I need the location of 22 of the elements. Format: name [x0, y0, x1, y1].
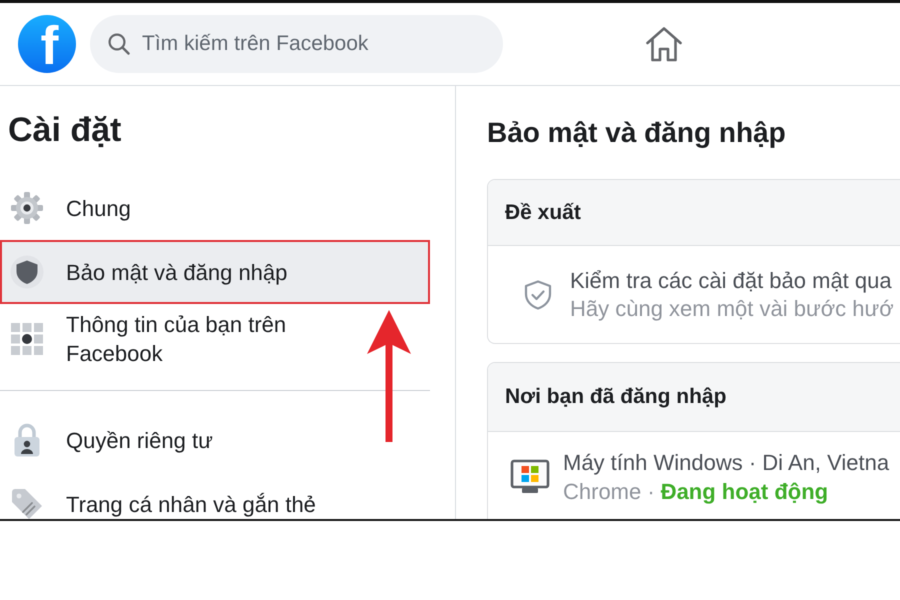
session-status: Đang hoạt động — [660, 478, 828, 506]
sidebar-item[interactable]: Thông tin của bạn trên Facebook — [0, 304, 430, 374]
sidebar-item[interactable]: Bảo mật và đăng nhập — [0, 240, 430, 304]
device-name: Máy tính Windows · Di An, Vietna — [563, 449, 890, 477]
monitor-icon — [510, 458, 550, 496]
section-heading: Đề xuất — [488, 180, 900, 246]
search-field[interactable]: Tìm kiếm trên Facebook — [90, 15, 503, 73]
browser-name: Chrome · — [563, 478, 655, 506]
suggestion-description: Hãy cùng xem một vài bước hướ — [570, 294, 894, 322]
section-heading: Nơi bạn đã đăng nhập — [488, 363, 900, 432]
shield-check-icon — [523, 280, 553, 310]
grid-icon — [10, 322, 44, 356]
home-icon[interactable] — [645, 26, 683, 62]
search-icon — [108, 33, 130, 55]
shield-icon — [10, 255, 44, 289]
sidebar-item[interactable]: Chung — [0, 176, 430, 240]
tag-icon — [10, 487, 44, 519]
suggestion-title[interactable]: Kiểm tra các cài đặt bảo mật qua — [570, 266, 894, 294]
page-title: Bảo mật và đăng nhập — [487, 116, 787, 150]
sidebar-item[interactable]: Trang cá nhân và gắn thẻ — [0, 472, 430, 519]
gear-icon — [10, 191, 44, 225]
sidebar-title: Cài đặt — [7, 110, 122, 151]
